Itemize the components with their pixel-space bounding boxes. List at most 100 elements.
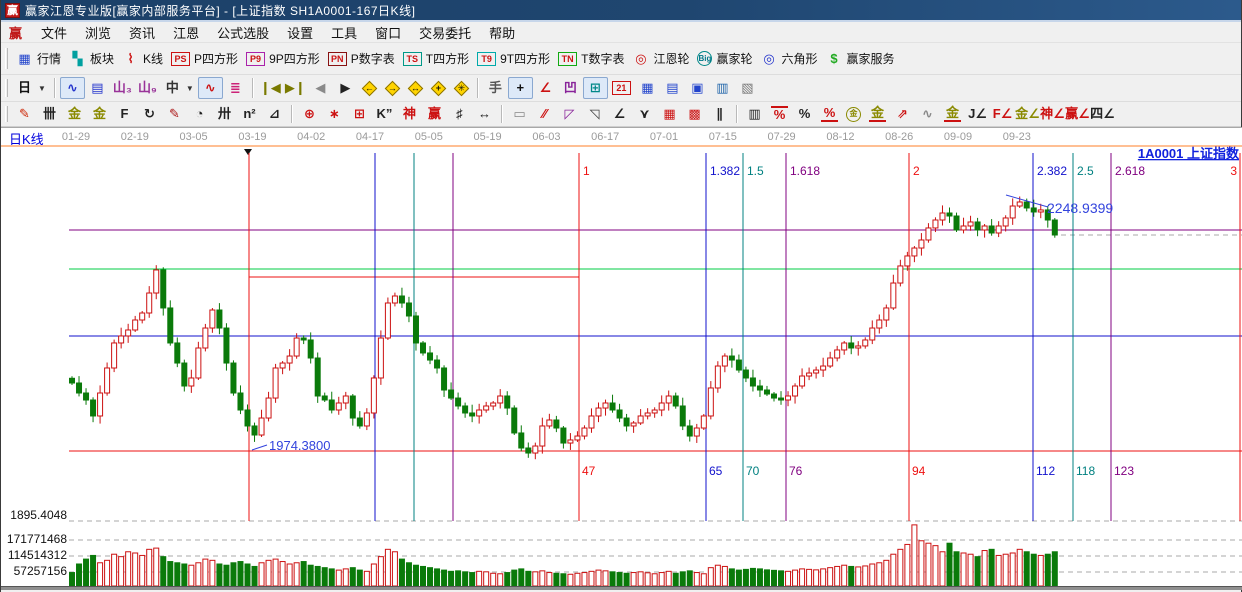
brush2-tool[interactable]: ✎ (162, 103, 187, 125)
bars9-button[interactable]: 山₉ (135, 77, 160, 99)
page-left-button[interactable]: ◀ (308, 77, 333, 99)
angle-flag-tool[interactable]: ⊿ (262, 103, 287, 125)
ying-tool[interactable]: 赢 (422, 103, 447, 125)
sectors-button[interactable]: ▚板块 (65, 47, 118, 70)
gann-fan-tool[interactable]: ∕∕ (532, 103, 557, 125)
winner-wheel-button[interactable]: Big赢家轮 (693, 47, 756, 70)
pencil-up-tool[interactable]: ⇗ (890, 103, 915, 125)
menu-item-工具[interactable]: 工具 (322, 22, 366, 43)
page-right-button[interactable]: ▶ (333, 77, 358, 99)
pattern-tool[interactable]: 凹 (558, 77, 583, 99)
crosshair-tool[interactable]: + (508, 77, 533, 99)
hexagon-button[interactable]: ◎六角形 (757, 47, 822, 70)
save-button[interactable]: ▣ (685, 77, 710, 99)
shen-angle-tool[interactable]: 神∠ (1040, 103, 1065, 125)
fit-x-button[interactable]: ↔ (404, 78, 427, 99)
first-page-button[interactable]: ❙◀ (258, 77, 283, 99)
k-quote-tool[interactable]: K” (372, 103, 397, 125)
grid-star-tool[interactable]: ⊞ (347, 103, 372, 125)
p-square-button[interactable]: PSP四方形 (167, 47, 242, 70)
calculator-button[interactable]: ▦ (635, 77, 660, 99)
gold-comb2-tool[interactable]: 金 (87, 103, 112, 125)
p-number-table-button[interactable]: PNP数字表 (324, 47, 399, 70)
t-number-table-button[interactable]: TNT数字表 (554, 47, 628, 70)
p9-square-button[interactable]: P99P四方形 (242, 47, 324, 70)
kline-button[interactable]: ⌇K线 (118, 47, 167, 70)
comb2-tool[interactable]: 卅 (212, 103, 237, 125)
gold-flag-tool[interactable]: 金 (865, 103, 890, 125)
grid-a-tool[interactable]: ▦ (657, 103, 682, 125)
brush-tool[interactable]: ✎ (12, 103, 37, 125)
intraday-wave-button[interactable]: ∿ (60, 77, 85, 99)
angle-measure-tool[interactable]: ∠ (533, 77, 558, 99)
gold-circle-tool[interactable]: 金 (842, 104, 865, 125)
select-rect-tool[interactable]: ▭ (507, 103, 532, 125)
toolbar-grip[interactable] (5, 106, 8, 123)
menu-item-窗口[interactable]: 窗口 (366, 22, 410, 43)
t-square-button[interactable]: TST四方形 (399, 47, 473, 70)
hand-drag-tool[interactable]: 手 (483, 77, 508, 99)
fan-box-tool[interactable]: ◸ (557, 103, 582, 125)
save-chart-button[interactable]: ▥ (710, 77, 735, 99)
info-panel-button[interactable]: ▤ (85, 77, 110, 99)
toolbar-grip[interactable] (5, 79, 8, 97)
j-angle-tool[interactable]: J∠ (965, 103, 990, 125)
target-cross-tool[interactable]: ⊕ (297, 103, 322, 125)
time-clock-tool[interactable]: ◔ (187, 103, 212, 125)
percent-underline-tool[interactable]: % (817, 103, 842, 125)
f-comb-tool[interactable]: F (112, 103, 137, 125)
menu-item-资讯[interactable]: 资讯 (120, 22, 164, 43)
t9-square-button[interactable]: T99T四方形 (473, 47, 554, 70)
zoom-in-x-button[interactable]: → (381, 78, 404, 99)
titlebar[interactable]: 赢 赢家江恩专业版[赢家内部服务平台] - [上证指数 SH1A0001-167… (1, 0, 1241, 22)
quotes-button[interactable]: ▦行情 (12, 47, 65, 70)
menu-item-江恩[interactable]: 江恩 (164, 22, 208, 43)
zoom-all-button[interactable]: + (427, 78, 450, 99)
comb-tool[interactable]: 卌 (37, 103, 62, 125)
notes-button[interactable]: ▤ (660, 77, 685, 99)
gold-comb-tool[interactable]: 金 (62, 103, 87, 125)
single-candle-dropdown[interactable]: 中▼ (160, 77, 198, 99)
last-page-button[interactable]: ▶❙ (283, 77, 308, 99)
span-measure-tool[interactable]: ↔ (472, 103, 497, 125)
spiral-tool[interactable]: ↻ (137, 103, 162, 125)
gold-angle-tool[interactable]: 金∠ (1015, 103, 1040, 125)
menu-item-浏览[interactable]: 浏览 (76, 22, 120, 43)
fan-box2-tool[interactable]: ◹ (582, 103, 607, 125)
ruler12-tool[interactable]: ♯ (447, 103, 472, 125)
menu-item-帮助[interactable]: 帮助 (480, 22, 524, 43)
period-day-dropdown[interactable]: 日▼ (12, 77, 50, 99)
four-angle-tool[interactable]: 四∠ (1090, 103, 1115, 125)
menu-item-文件[interactable]: 文件 (32, 22, 76, 43)
workstation-button[interactable]: ▧ (735, 77, 760, 99)
gold-underline-tool[interactable]: 金 (940, 103, 965, 125)
f-angle-tool[interactable]: F∠ (990, 103, 1015, 125)
calendar-button[interactable]: 21 (608, 78, 635, 98)
shen-tool[interactable]: 神 (397, 103, 422, 125)
gann-grid-tool[interactable]: ⊞ (583, 77, 608, 99)
kline-chart[interactable]: 01-2902-1903-0503-1904-0204-1705-0505-19… (1, 127, 1242, 590)
trend-angle-tool[interactable]: ∠ (607, 103, 632, 125)
grid-b-tool[interactable]: ▩ (682, 103, 707, 125)
percent-tool[interactable]: % (792, 103, 817, 125)
profile-histogram-button[interactable]: ≣ (223, 77, 248, 99)
toolbar-grip[interactable] (5, 48, 8, 70)
winner-service-button[interactable]: $赢家服务 (822, 47, 899, 70)
zoom-full-button[interactable]: ✳ (450, 78, 473, 99)
percent-strike-tool[interactable]: % (767, 103, 792, 125)
parallel-lines-tool[interactable]: ∥ (707, 103, 732, 125)
starburst-tool[interactable]: ∗ (322, 103, 347, 125)
n-square-tool[interactable]: n² (237, 103, 262, 125)
menu-item-交易委托[interactable]: 交易委托 (410, 22, 480, 43)
menu-item-公式选股[interactable]: 公式选股 (208, 22, 278, 43)
red-wave-button[interactable]: ∿ (198, 77, 223, 99)
menu-item-设置[interactable]: 设置 (278, 22, 322, 43)
gann-wheel-button[interactable]: ◎江恩轮 (628, 47, 693, 70)
bars3-button[interactable]: 山₃ (110, 77, 135, 99)
chart-area[interactable]: 01-2902-1903-0503-1904-0204-1705-0505-19… (1, 127, 1242, 590)
wave-check-tool[interactable]: ⋎ (632, 103, 657, 125)
stats-chart-tool[interactable]: ▥ (742, 103, 767, 125)
ying-angle-tool[interactable]: 赢∠ (1065, 103, 1090, 125)
zoom-out-x-button[interactable]: ← (358, 78, 381, 99)
a-wave-tool[interactable]: ∿ (915, 103, 940, 125)
